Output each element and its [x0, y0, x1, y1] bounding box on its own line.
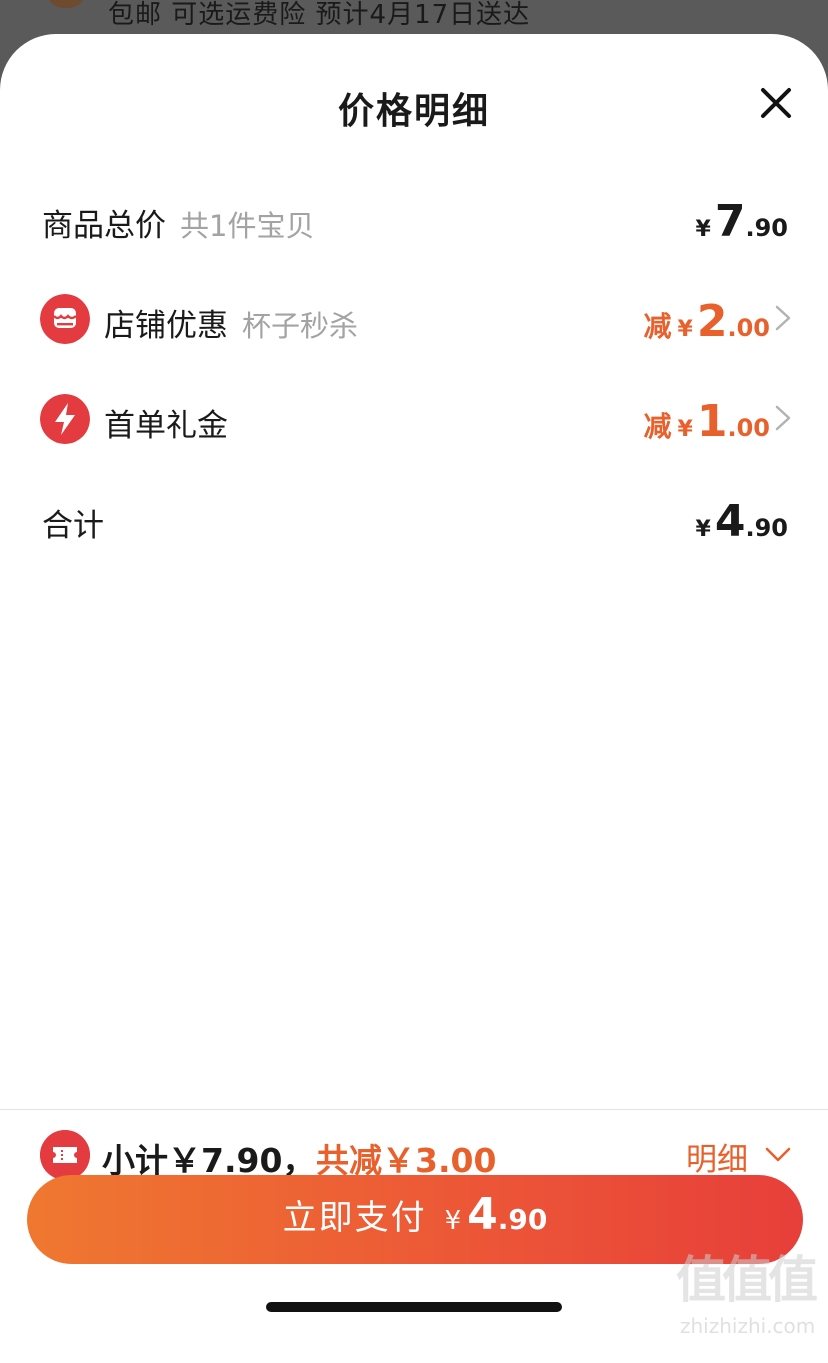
watermark-logo: 值值值 zhizhizhi.com — [676, 1251, 818, 1338]
divider — [0, 1109, 828, 1110]
chevron-right-icon — [775, 405, 791, 431]
price-detail-sheet: 价格明细 商品总价共1件宝贝 ¥7.90 店铺优惠杯子秒杀 减¥2.00 — [0, 34, 828, 1363]
row-total: 合计 ¥4.90 — [0, 490, 828, 550]
lightning-icon — [40, 394, 90, 444]
first-order-gift-price: 减 ¥1.00 — [643, 396, 770, 447]
row-first-order-gift[interactable]: 首单礼金 减 ¥1.00 — [0, 390, 828, 450]
row-sub: 杯子秒杀 — [242, 309, 359, 343]
row-label: 合计 — [42, 508, 104, 544]
close-icon[interactable] — [759, 86, 793, 120]
ticket-icon — [40, 1130, 90, 1180]
goods-total-price: ¥7.90 — [695, 196, 788, 247]
row-goods-total: 商品总价 共1件宝贝 ¥7.90 — [0, 190, 828, 250]
shop-discount-price: 减 ¥2.00 — [643, 296, 770, 347]
delivery-info: 包邮 可选运费险 预计4月17日送达 — [108, 0, 531, 30]
row-sub: 共1件宝贝 — [180, 209, 315, 243]
detail-toggle[interactable]: 明细 — [686, 1134, 748, 1179]
row-label: 首单礼金 — [104, 408, 228, 444]
chevron-right-icon — [775, 305, 791, 331]
row-label: 商品总价 共1件宝贝 — [42, 208, 315, 244]
home-indicator — [266, 1302, 562, 1312]
total-price: ¥4.90 — [695, 496, 788, 547]
chevron-down-icon[interactable] — [764, 1146, 792, 1164]
row-label: 店铺优惠 杯子秒杀 — [104, 308, 359, 344]
shop-icon — [40, 294, 90, 344]
product-thumbnail — [46, 0, 86, 8]
row-shop-discount[interactable]: 店铺优惠 杯子秒杀 减 ¥2.00 — [0, 290, 828, 350]
sheet-title: 价格明细 — [337, 91, 490, 132]
